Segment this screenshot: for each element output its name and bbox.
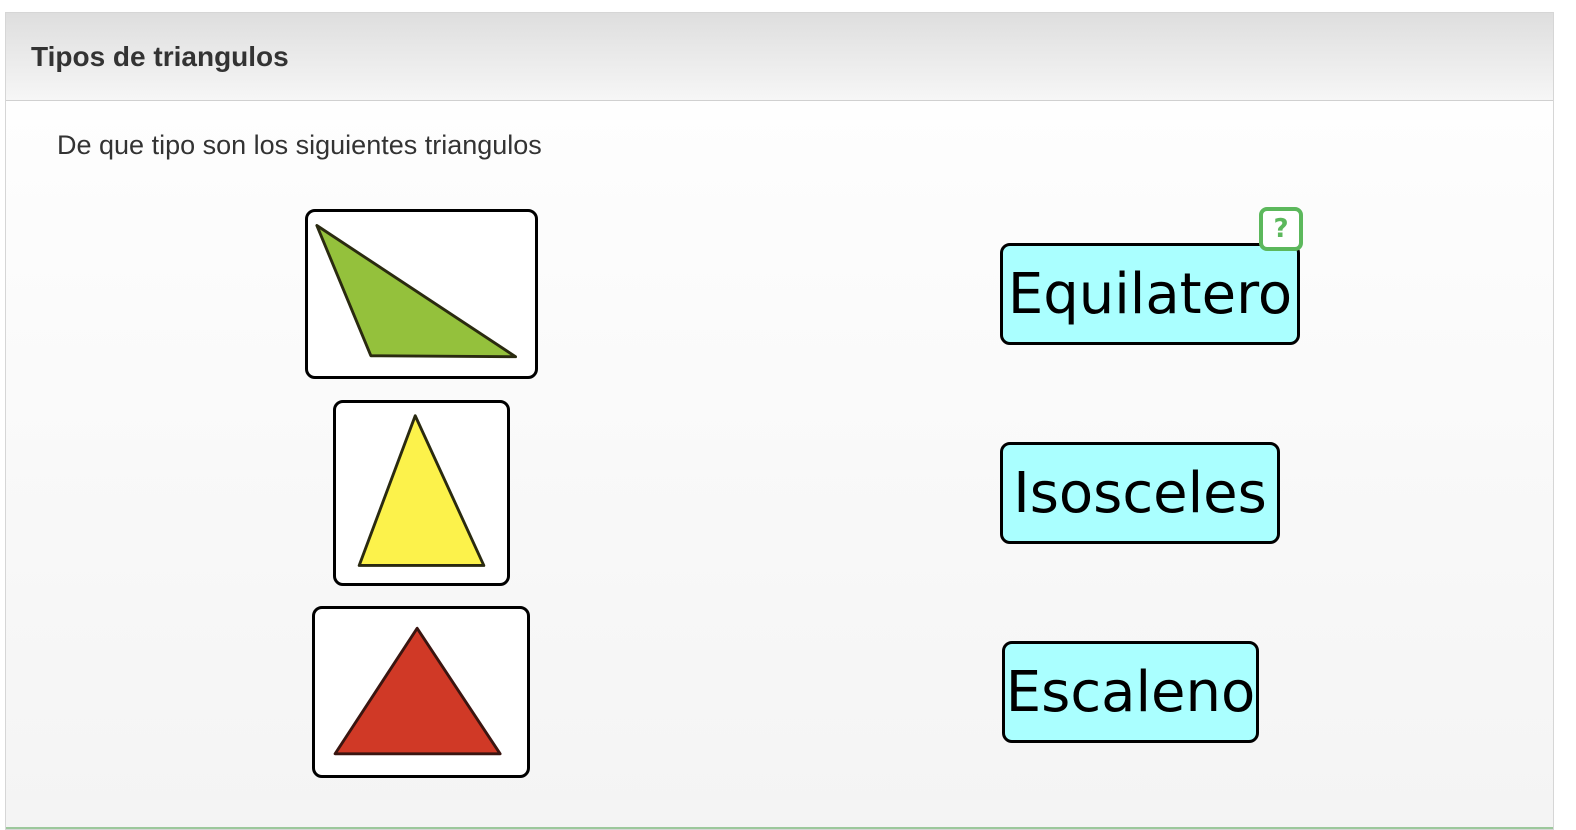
label-card-escaleno[interactable]: Escaleno xyxy=(1002,641,1259,743)
label-escaleno-text: Escaleno xyxy=(1005,659,1256,725)
label-card-isosceles[interactable]: Isosceles xyxy=(1000,442,1280,544)
activity-panel: Tipos de triangulos De que tipo son los … xyxy=(5,12,1554,830)
help-button-label: ? xyxy=(1273,214,1289,244)
yellow-triangle-image xyxy=(357,414,486,567)
label-equilatero-text: Equilatero xyxy=(1007,261,1293,327)
panel-bottom-divider xyxy=(6,827,1553,829)
image-card-green-triangle[interactable] xyxy=(305,209,538,379)
instructions-text: De que tipo son los siguientes triangulo… xyxy=(57,130,542,160)
label-isosceles-text: Isosceles xyxy=(1013,460,1267,526)
image-card-red-triangle[interactable] xyxy=(312,606,530,778)
green-triangle-image xyxy=(315,224,518,359)
panel-header: Tipos de triangulos xyxy=(6,13,1553,101)
label-card-equilatero[interactable]: Equilatero xyxy=(1000,243,1300,345)
image-card-yellow-triangle[interactable] xyxy=(333,400,510,586)
panel-title: Tipos de triangulos xyxy=(31,41,289,72)
red-triangle-image xyxy=(333,626,502,756)
help-icon[interactable]: ? xyxy=(1259,207,1303,251)
